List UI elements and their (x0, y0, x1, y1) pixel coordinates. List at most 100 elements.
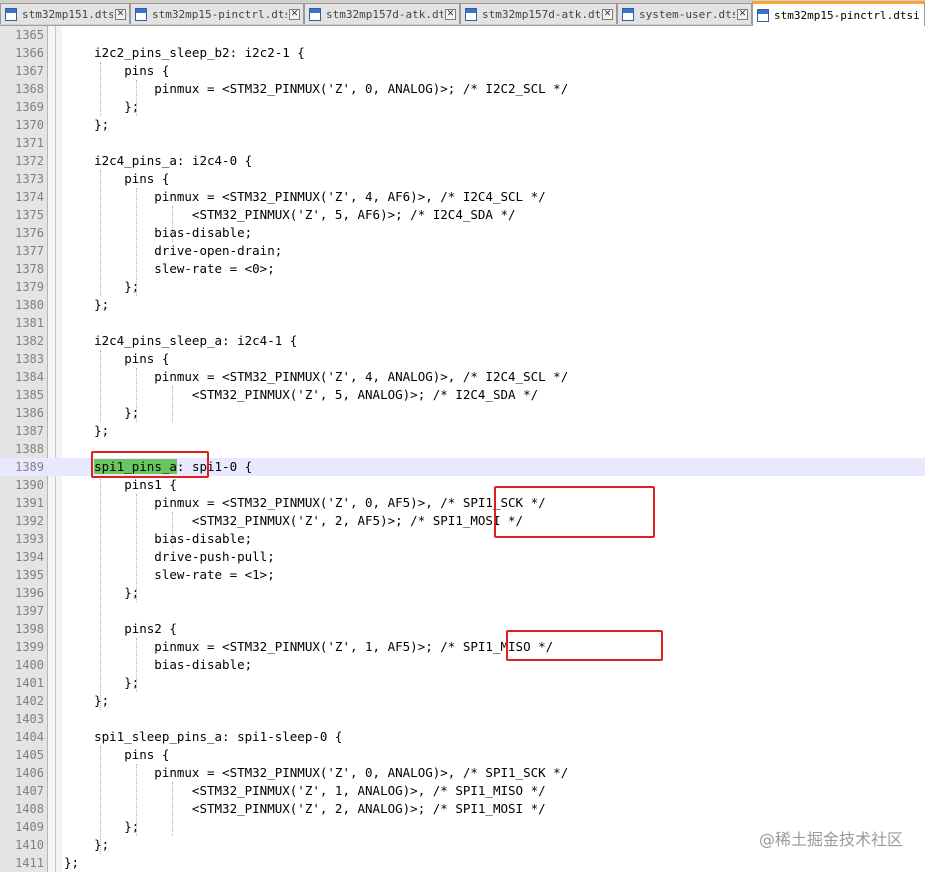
code-line[interactable]: 1378 slew-rate = <0>; (0, 260, 925, 278)
line-number: 1374 (15, 190, 44, 204)
code-line[interactable]: 1399 pinmux = <STM32_PINMUX('Z', 1, AF5)… (0, 638, 925, 656)
line-number: 1409 (15, 820, 44, 834)
line-number: 1399 (15, 640, 44, 654)
code-text: i2c4_pins_a: i2c4-0 { (64, 153, 253, 168)
line-number: 1385 (15, 388, 44, 402)
line-number: 1382 (15, 334, 44, 348)
code-line[interactable]: 1380 }; (0, 296, 925, 314)
line-number: 1372 (15, 154, 44, 168)
tab-label: stm32mp151.dtsi (22, 7, 113, 21)
code-editor[interactable]: 1365 1366 i2c2_pins_sleep_b2: i2c2-1 {136… (0, 26, 925, 872)
code-line[interactable]: 1368 pinmux = <STM32_PINMUX('Z', 0, ANAL… (0, 80, 925, 98)
code-line[interactable]: 1396 }; (0, 584, 925, 602)
code-line[interactable]: 1383 pins { (0, 350, 925, 368)
code-line[interactable]: 1390 pins1 { (0, 476, 925, 494)
line-number: 1383 (15, 352, 44, 366)
line-number: 1367 (15, 64, 44, 78)
code-line[interactable]: 1407 <STM32_PINMUX('Z', 1, ANALOG)>, /* … (0, 782, 925, 800)
tab-label: system-user.dtsi (639, 7, 735, 21)
close-icon[interactable]: ✕ (115, 8, 126, 20)
code-text: bias-disable; (64, 531, 253, 546)
tab-label: stm32mp15-pinctrl.dtsi (774, 8, 920, 22)
line-number: 1387 (15, 424, 44, 438)
code-line[interactable]: 1401 }; (0, 674, 925, 692)
line-number: 1392 (15, 514, 44, 528)
code-line[interactable]: 1382 i2c4_pins_sleep_a: i2c4-1 { (0, 332, 925, 350)
code-line[interactable]: 1370 }; (0, 116, 925, 134)
code-text: pins1 { (64, 477, 177, 492)
line-number: 1389 (15, 460, 44, 474)
tab-1[interactable]: stm32mp15-pinctrl.dtsi ✕ (130, 3, 304, 24)
line-number: 1394 (15, 550, 44, 564)
code-line[interactable]: 1374 pinmux = <STM32_PINMUX('Z', 4, AF6)… (0, 188, 925, 206)
code-line[interactable]: 1373 pins { (0, 170, 925, 188)
code-text: }; (64, 99, 140, 114)
tab-4[interactable]: system-user.dtsi ✕ (617, 3, 752, 24)
code-text: drive-push-pull; (64, 549, 275, 564)
close-icon[interactable]: ✕ (737, 8, 748, 20)
code-text: pinmux = <STM32_PINMUX('Z', 0, ANALOG)>,… (64, 765, 569, 780)
code-line[interactable]: 1372 i2c4_pins_a: i2c4-0 { (0, 152, 925, 170)
file-icon (135, 7, 147, 21)
code-text: }; (64, 855, 80, 870)
code-line[interactable]: 1375 <STM32_PINMUX('Z', 5, AF6)>; /* I2C… (0, 206, 925, 224)
code-line[interactable]: 1379 }; (0, 278, 925, 296)
tab-5[interactable]: stm32mp15-pinctrl.dtsi (752, 1, 925, 26)
code-line[interactable]: 1376 bias-disable; (0, 224, 925, 242)
line-number: 1398 (15, 622, 44, 636)
code-text: }; (64, 279, 140, 294)
code-line[interactable]: 1366 i2c2_pins_sleep_b2: i2c2-1 { (0, 44, 925, 62)
code-line[interactable]: 1395 slew-rate = <1>; (0, 566, 925, 584)
code-line[interactable]: 1367 pins { (0, 62, 925, 80)
code-text: <STM32_PINMUX('Z', 2, AF5)>; /* SPI1_MOS… (64, 513, 524, 528)
file-icon (465, 7, 477, 21)
code-line[interactable]: 1386 }; (0, 404, 925, 422)
code-line[interactable]: 1398 pins2 { (0, 620, 925, 638)
code-line[interactable]: 1393 bias-disable; (0, 530, 925, 548)
code-line[interactable]: 1365 (0, 26, 925, 44)
line-number: 1402 (15, 694, 44, 708)
code-line[interactable]: 1397 (0, 602, 925, 620)
code-line[interactable]: 1402 }; (0, 692, 925, 710)
code-line[interactable]: 1394 drive-push-pull; (0, 548, 925, 566)
line-number: 1410 (15, 838, 44, 852)
code-line[interactable]: 1385 <STM32_PINMUX('Z', 5, ANALOG)>; /* … (0, 386, 925, 404)
code-line[interactable]: 1384 pinmux = <STM32_PINMUX('Z', 4, ANAL… (0, 368, 925, 386)
code-text: bias-disable; (64, 225, 253, 240)
line-number: 1396 (15, 586, 44, 600)
close-icon[interactable]: ✕ (602, 8, 613, 20)
code-line[interactable]: 1369 }; (0, 98, 925, 116)
watermark: @稀土掘金技术社区 (758, 830, 903, 849)
close-icon[interactable]: ✕ (289, 8, 300, 20)
code-text: slew-rate = <0>; (64, 261, 275, 276)
code-line[interactable]: 1408 <STM32_PINMUX('Z', 2, ANALOG)>; /* … (0, 800, 925, 818)
tab-0[interactable]: stm32mp151.dtsi ✕ (0, 3, 130, 24)
tab-bar: stm32mp151.dtsi ✕ stm32mp15-pinctrl.dtsi ✕ s… (0, 0, 925, 26)
file-icon (5, 7, 17, 21)
code-line[interactable]: 1400 bias-disable; (0, 656, 925, 674)
code-text: drive-open-drain; (64, 243, 283, 258)
line-number: 1408 (15, 802, 44, 816)
tab-label: stm32mp15-pinctrl.dtsi (152, 7, 287, 21)
line-number: 1400 (15, 658, 44, 672)
code-text: pinmux = <STM32_PINMUX('Z', 4, ANALOG)>,… (64, 369, 569, 384)
code-line[interactable]: 1381 (0, 314, 925, 332)
code-line[interactable]: 1406 pinmux = <STM32_PINMUX('Z', 0, ANAL… (0, 764, 925, 782)
tab-2[interactable]: stm32mp157d-atk.dtsi✕ (304, 3, 460, 24)
code-line[interactable]: 1404 spi1_sleep_pins_a: spi1-sleep-0 { (0, 728, 925, 746)
code-line[interactable]: 1392 <STM32_PINMUX('Z', 2, AF5)>; /* SPI… (0, 512, 925, 530)
code-line[interactable]: 1371 (0, 134, 925, 152)
code-text: <STM32_PINMUX('Z', 5, AF6)>; /* I2C4_SDA… (64, 207, 516, 222)
line-number: 1378 (15, 262, 44, 276)
line-number: 1403 (15, 712, 44, 726)
code-line[interactable]: 1405 pins { (0, 746, 925, 764)
code-line[interactable]: 1387 }; (0, 422, 925, 440)
code-line[interactable]: 1411}; (0, 854, 925, 872)
line-number: 1404 (15, 730, 44, 744)
code-line[interactable]: 1391 pinmux = <STM32_PINMUX('Z', 0, AF5)… (0, 494, 925, 512)
tab-3[interactable]: stm32mp157d-atk.dts ✕ (460, 3, 617, 24)
code-line[interactable]: 1403 (0, 710, 925, 728)
close-icon[interactable]: ✕ (445, 8, 456, 20)
code-line[interactable]: 1377 drive-open-drain; (0, 242, 925, 260)
line-number: 1365 (15, 28, 44, 42)
